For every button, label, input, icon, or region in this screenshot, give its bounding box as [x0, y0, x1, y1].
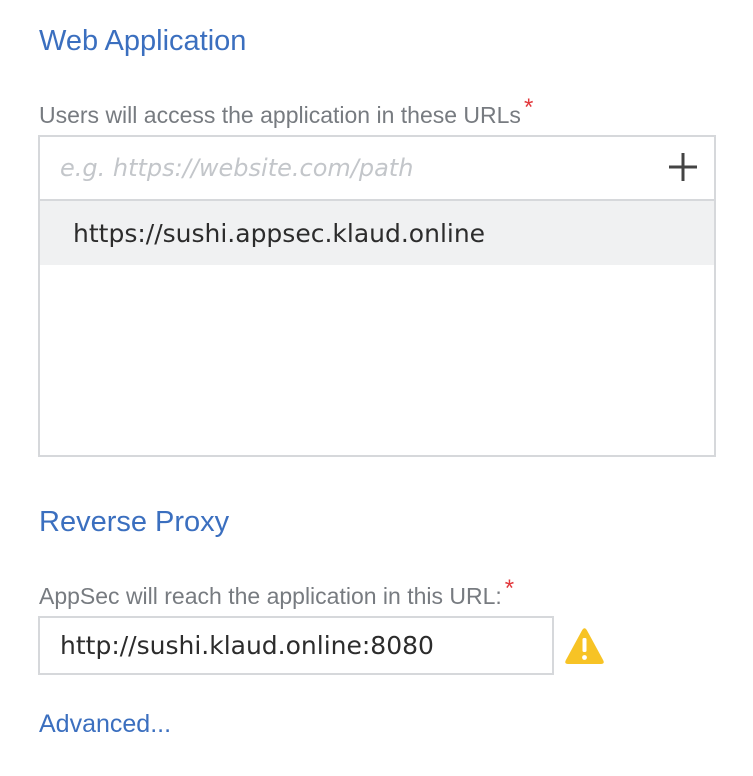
urls-label-text: Users will access the application in the… — [39, 102, 521, 128]
reverse-proxy-title: Reverse Proxy — [39, 506, 230, 538]
urls-list-box: https://sushi.appsec.klaud.online — [38, 135, 716, 457]
proxy-url-input[interactable] — [38, 616, 554, 675]
url-list: https://sushi.appsec.klaud.online — [40, 201, 714, 265]
url-input[interactable] — [40, 137, 660, 199]
web-application-title: Web Application — [39, 25, 247, 57]
url-input-row — [40, 137, 714, 201]
warning-icon[interactable] — [564, 626, 605, 667]
proxy-url-label: AppSec will reach the application in thi… — [39, 577, 514, 609]
urls-label: Users will access the application in the… — [39, 96, 533, 128]
proxy-url-label-text: AppSec will reach the application in thi… — [39, 583, 502, 609]
plus-icon — [669, 153, 697, 181]
list-item[interactable]: https://sushi.appsec.klaud.online — [40, 201, 714, 265]
required-indicator: * — [523, 94, 534, 121]
add-url-button[interactable] — [666, 150, 700, 184]
advanced-link[interactable]: Advanced... — [39, 712, 171, 737]
url-item-text: https://sushi.appsec.klaud.online — [73, 218, 486, 248]
required-indicator: * — [504, 575, 515, 602]
